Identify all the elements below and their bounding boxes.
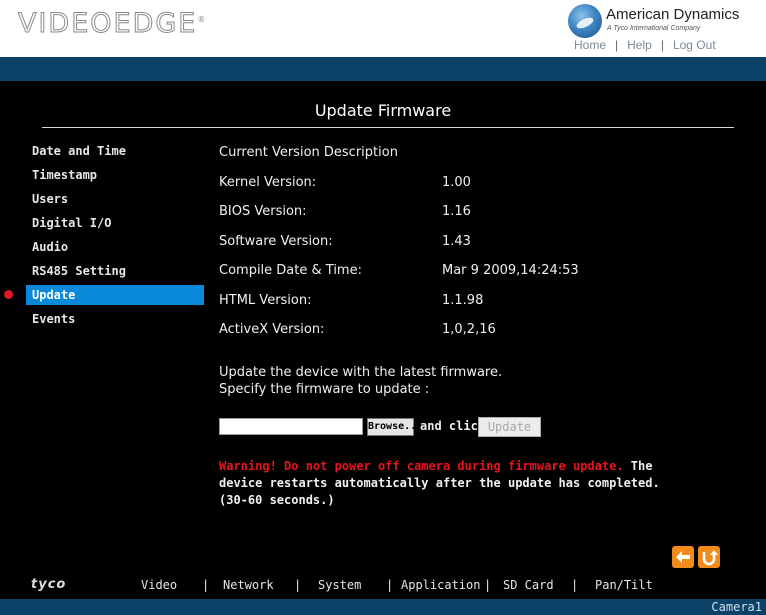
and-click-label: and click xyxy=(420,419,486,433)
compile-date-label: Compile Date & Time: xyxy=(219,263,362,278)
activex-version-value: 1,0,2,16 xyxy=(442,322,496,337)
page-title: Update Firmware xyxy=(314,101,452,120)
version-heading: Current Version Description xyxy=(219,145,398,160)
bottom-nav: tyco Video | Network | System | Applicat… xyxy=(0,575,766,599)
warning-red-text: Warning! Do not power off camera during … xyxy=(219,459,624,473)
activex-version-label: ActiveX Version: xyxy=(219,322,325,337)
update-instruction-line: Update the device with the latest firmwa… xyxy=(219,365,503,380)
bottom-nav-separator: | xyxy=(484,578,492,592)
update-instruction-line: Specify the firmware to update : xyxy=(219,382,430,397)
bios-version-label: BIOS Version: xyxy=(219,204,307,219)
nav-application[interactable]: Application xyxy=(401,578,480,592)
software-version-label: Software Version: xyxy=(219,234,333,249)
sidebar-item-label: RS485 Setting xyxy=(32,264,126,278)
sidebar-item-label: Update xyxy=(32,288,76,302)
back-arrow-icon[interactable] xyxy=(672,546,694,568)
sidebar-item-label: Users xyxy=(32,192,69,206)
refresh-arrow-glyph xyxy=(702,550,718,566)
sidebar-item-label: Events xyxy=(32,312,76,326)
sidebar-item-update[interactable]: Update xyxy=(4,285,204,305)
logo-reg-mark: ® xyxy=(197,15,208,24)
nav-pan-tilt[interactable]: Pan/Tilt xyxy=(595,578,653,592)
company-subtitle: A Tyco International Company xyxy=(607,25,701,32)
sidebar-item-label: Date and Time xyxy=(32,144,126,158)
compile-date-value: Mar 9 2009,14:24:53 xyxy=(442,263,579,278)
top-nav-separator: | xyxy=(615,38,619,52)
tyco-logo: tyco xyxy=(31,577,67,592)
help-link[interactable]: Help xyxy=(627,38,652,52)
american-dynamics-globe-icon xyxy=(568,4,602,38)
html-version-label: HTML Version: xyxy=(219,293,312,308)
back-arrow-glyph xyxy=(676,551,690,563)
title-divider xyxy=(42,127,734,128)
firmware-file-input[interactable] xyxy=(219,418,363,435)
company-name: American Dynamics xyxy=(606,6,740,23)
bottom-blue-bar: Camera1 xyxy=(0,599,766,615)
sidebar-item-label: Timestamp xyxy=(32,168,98,182)
nav-network[interactable]: Network xyxy=(223,578,274,592)
sidebar-item-label: Digital I/O xyxy=(32,216,112,230)
sidebar-item-digital-io[interactable]: Digital I/O xyxy=(0,213,210,237)
sidebar-item-timestamp[interactable]: Timestamp xyxy=(0,165,210,189)
bottom-nav-separator: | xyxy=(386,578,394,592)
top-blue-bar xyxy=(0,57,766,81)
browse-button[interactable]: Browse... xyxy=(367,418,422,436)
bottom-nav-separator: | xyxy=(571,578,579,592)
header: VIDEOEDGE® American Dynamics A Tyco Inte… xyxy=(0,0,766,57)
kernel-version-value: 1.00 xyxy=(442,175,471,190)
nav-system[interactable]: System xyxy=(318,578,361,592)
html-version-value: 1.1.98 xyxy=(442,293,484,308)
sidebar-item-rs485-setting[interactable]: RS485 Setting xyxy=(0,261,210,285)
top-nav-separator: | xyxy=(660,38,664,52)
logo-text: VIDEOEDGE xyxy=(17,8,198,40)
top-nav: Home | Help | Log Out xyxy=(574,38,716,52)
bottom-nav-separator: | xyxy=(202,578,210,592)
refresh-arrow-icon[interactable] xyxy=(698,546,720,568)
nav-video[interactable]: Video xyxy=(141,578,177,592)
sidebar: Date and Time Timestamp Users Digital I/… xyxy=(0,141,210,333)
update-button[interactable]: Update xyxy=(478,417,541,437)
camera-name: Camera1 xyxy=(711,600,762,614)
firmware-warning: Warning! Do not power off camera during … xyxy=(219,458,689,509)
bottom-nav-separator: | xyxy=(294,578,302,592)
nav-sd-card[interactable]: SD Card xyxy=(503,578,554,592)
sidebar-item-users[interactable]: Users xyxy=(0,189,210,213)
bios-version-value: 1.16 xyxy=(442,204,471,219)
kernel-version-label: Kernel Version: xyxy=(219,175,317,190)
sidebar-item-label: Audio xyxy=(32,240,69,254)
sidebar-item-events[interactable]: Events xyxy=(0,309,210,333)
home-link[interactable]: Home xyxy=(574,38,606,52)
sidebar-item-audio[interactable]: Audio xyxy=(0,237,210,261)
software-version-value: 1.43 xyxy=(442,234,471,249)
logout-link[interactable]: Log Out xyxy=(673,38,716,52)
update-instructions: Update the device with the latest firmwa… xyxy=(219,364,502,398)
active-indicator-icon xyxy=(4,290,13,299)
sidebar-item-date-and-time[interactable]: Date and Time xyxy=(0,141,210,165)
videoedge-logo: VIDEOEDGE® xyxy=(17,8,208,40)
